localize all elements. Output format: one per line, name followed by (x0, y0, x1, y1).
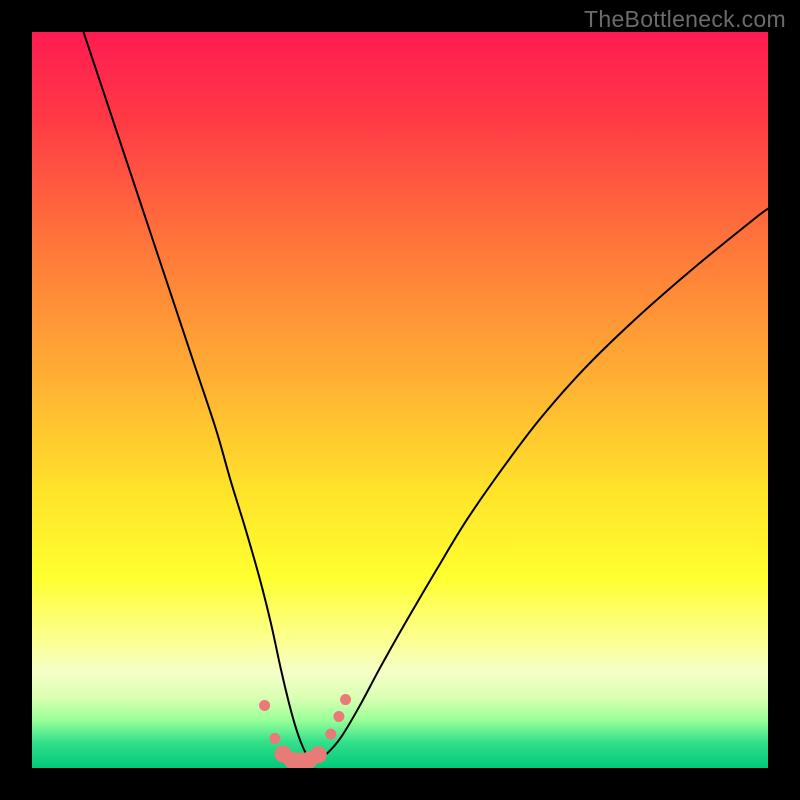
highlight-dot (269, 733, 280, 744)
chart-frame: TheBottleneck.com (0, 0, 800, 800)
gradient-background (32, 32, 768, 768)
highlight-dot (340, 694, 351, 705)
watermark-text: TheBottleneck.com (584, 6, 786, 33)
highlight-dot (310, 746, 327, 763)
highlight-dot (259, 700, 270, 711)
chart-svg (32, 32, 768, 768)
highlight-dot (333, 711, 344, 722)
plot-area (32, 32, 768, 768)
highlight-dot (325, 729, 336, 740)
